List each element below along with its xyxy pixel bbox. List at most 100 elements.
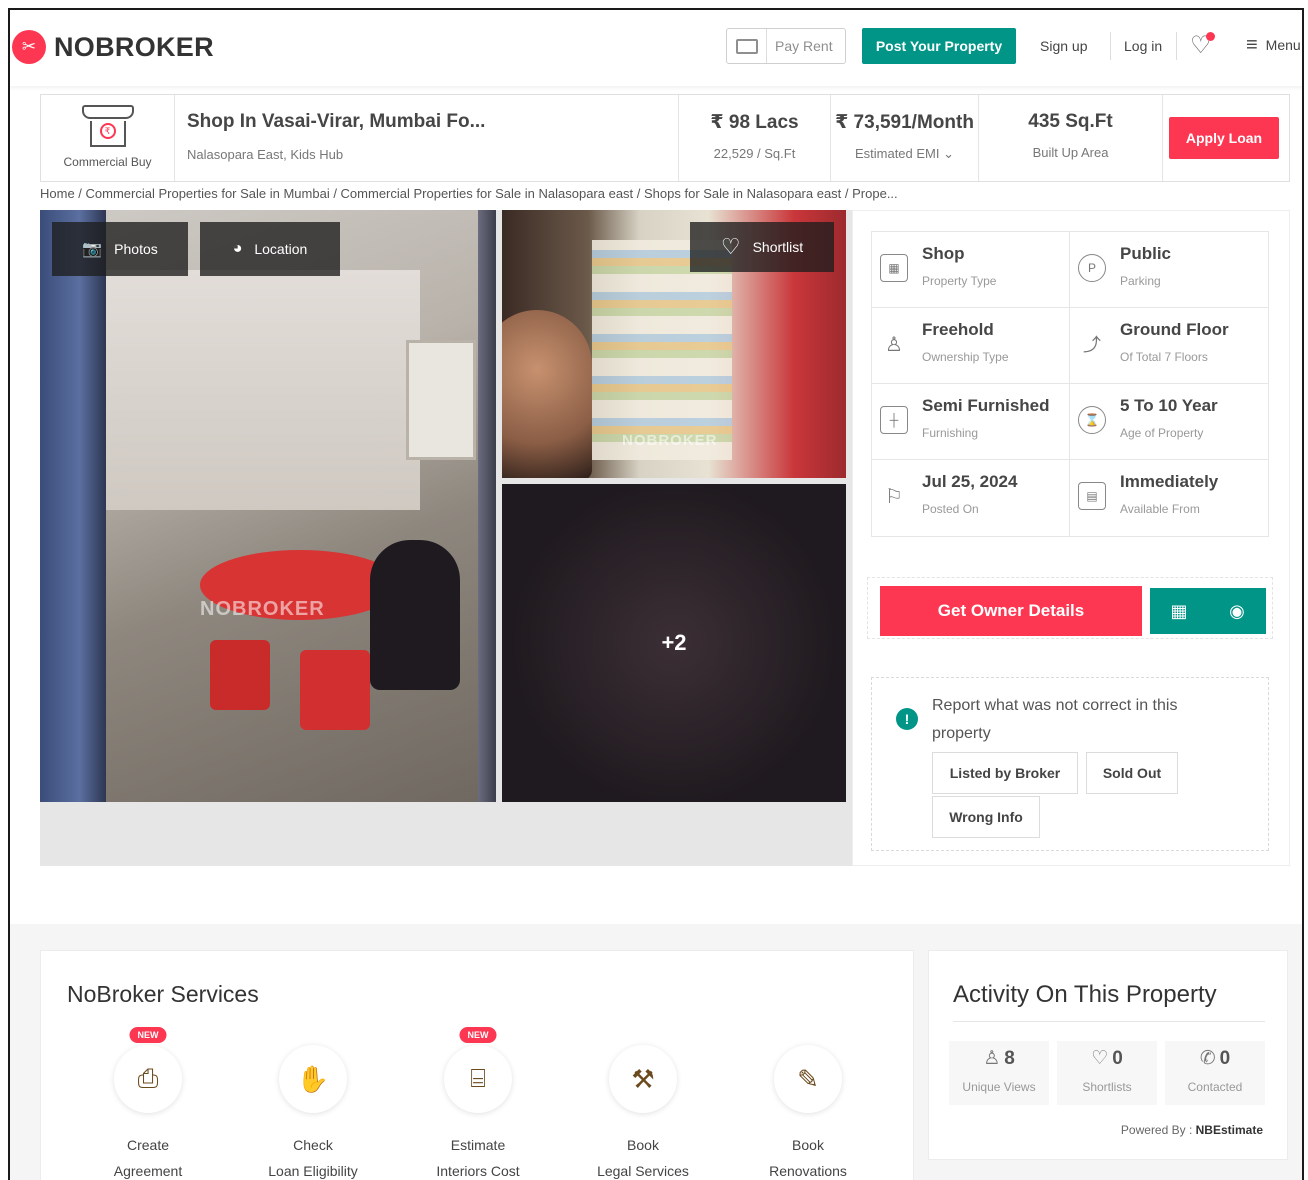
contacted-stat: ✆ 0 Contacted (1165, 1041, 1265, 1105)
menu-label: Menu (1265, 37, 1301, 53)
category-cell: ₹ Commercial Buy (41, 95, 175, 181)
price-per-sqft: 22,529 / Sq.Ft (713, 146, 796, 161)
more-photos-count: +2 (661, 630, 687, 655)
service-label: Renovations (769, 1163, 847, 1179)
unique-views-label: Unique Views (962, 1080, 1036, 1094)
new-badge: NEW (459, 1027, 497, 1043)
compass-icon: ◕ (232, 240, 243, 257)
attribute-value: Public (1120, 244, 1172, 263)
property-price: ₹ 98 Lacs (710, 112, 799, 133)
powered-by-brand: NBEstimate (1195, 1123, 1263, 1137)
credit-card-icon (727, 29, 767, 63)
service-check-loan-eligibility[interactable]: ✋ Check Loan Eligibility (238, 1045, 388, 1179)
menu-button[interactable]: ≡ Menu (1246, 35, 1301, 55)
attribute-value: Semi Furnished (922, 396, 1050, 415)
location-button[interactable]: ◕ Location (200, 222, 340, 276)
service-label: Create (126, 1137, 170, 1153)
notification-dot (1206, 32, 1215, 41)
attribute-label: Property Type (922, 274, 997, 288)
listed-by-broker-button[interactable]: Listed by Broker (932, 752, 1078, 794)
building-icon: ▦ (880, 254, 908, 282)
shortlists-label: Shortlists (1082, 1080, 1132, 1094)
attribute-value: Ground Floor (1120, 320, 1229, 339)
heart-icon: ♡ (720, 234, 741, 259)
schedule-visit-calendar-icon[interactable]: ▦ (1150, 588, 1208, 634)
property-photo-3[interactable]: +2 (502, 484, 846, 802)
area-label: Built Up Area (1032, 145, 1109, 160)
location-label: Location (254, 241, 308, 257)
activity-title: Activity On This Property (953, 981, 1217, 1008)
attribute-age: ⌛ 5 To 10 Year Age of Property (1070, 384, 1268, 459)
nobroker-logo-icon: ✂ (12, 30, 46, 64)
contacted-count: 0 (1219, 1048, 1231, 1069)
powered-by-label: Powered By : (1120, 1123, 1193, 1137)
powered-by: Powered By : NBEstimate (1121, 1123, 1263, 1137)
attribute-label: Furnishing (922, 426, 979, 440)
person-icon: ♙ (983, 1048, 1001, 1069)
price-cell: ₹ 98 Lacs 22,529 / Sq.Ft (679, 95, 831, 181)
property-summary-bar: ₹ Commercial Buy Shop In Vasai-Virar, Mu… (40, 94, 1290, 182)
emi-label: Estimated EMI (854, 146, 940, 161)
service-label: Interiors Cost (436, 1163, 520, 1179)
service-create-agreement[interactable]: ⎙ NEW Create Agreement (73, 1027, 223, 1179)
get-owner-details-button[interactable]: Get Owner Details (880, 586, 1142, 636)
pay-rent-button[interactable]: Pay Rent (726, 28, 846, 64)
service-book-legal[interactable]: ⚒ Book Legal Services (568, 1045, 718, 1179)
attribute-furnishing: ┼ Semi Furnished Furnishing (872, 384, 1070, 459)
calendar-icon: ▤ (1078, 482, 1106, 510)
property-title: Shop In Vasai-Virar, Mumbai Fo... (187, 111, 486, 132)
agreement-stamp-icon: ⎙ NEW (114, 1027, 182, 1113)
parking-icon: P (1078, 254, 1106, 282)
post-property-button[interactable]: Post Your Property (862, 28, 1016, 64)
nobroker-logo[interactable]: ✂ NOBROKER (12, 30, 214, 64)
sold-out-button[interactable]: Sold Out (1086, 752, 1178, 794)
attribute-label: Of Total 7 Floors (1120, 350, 1208, 364)
apply-loan-button[interactable]: Apply Loan (1169, 117, 1279, 159)
unique-views-stat: ♙ 8 Unique Views (949, 1041, 1049, 1105)
property-location: Nalasopara East, Kids Hub (187, 147, 344, 162)
report-text: Report what was not correct in this prop… (932, 697, 1178, 742)
stairs-icon: ⤴ (1083, 335, 1101, 355)
page-frame: ✂ NOBROKER Pay Rent Post Your Property S… (8, 8, 1304, 1180)
paint-icon: ✎ (774, 1045, 842, 1113)
watermark: NOBROKER (622, 432, 718, 449)
sign-up-link[interactable]: Sign up (1040, 38, 1087, 54)
attribute-parking: P Public Parking (1070, 232, 1268, 307)
logo-text: NOBROKER (54, 31, 214, 62)
emi-dropdown[interactable]: Estimated EMI ⌄ (831, 146, 978, 162)
nobroker-services: NoBroker Services ⎙ NEW Create Agreement … (40, 950, 914, 1180)
property-attributes: ▦ Shop Property Type P Public Parking ♙ Fr… (871, 231, 1269, 537)
breadcrumb[interactable]: Home / Commercial Properties for Sale in… (40, 186, 898, 201)
photos-button[interactable]: 📷 Photos (52, 222, 188, 276)
flag-icon: ⚐ (885, 485, 903, 508)
service-book-renovations[interactable]: ✎ Book Renovations (733, 1045, 883, 1179)
report-box: ! Report what was not correct in this pr… (871, 677, 1269, 851)
service-label: Loan Eligibility (268, 1163, 358, 1179)
wrong-info-button[interactable]: Wrong Info (932, 796, 1040, 838)
activity-panel: Activity On This Property ♙ 8 Unique View… (928, 950, 1288, 1160)
attribute-value: Shop (922, 244, 965, 263)
main-property-photo[interactable]: NOBROKER (40, 210, 496, 802)
service-estimate-interiors[interactable]: ⌸ NEW Estimate Interiors Cost (403, 1027, 553, 1179)
attribute-label: Age of Property (1120, 426, 1204, 440)
attribute-ownership: ♙ Freehold Ownership Type (872, 308, 1070, 383)
log-in-link[interactable]: Log in (1124, 38, 1162, 54)
gavel-icon: ⚒ (609, 1045, 677, 1113)
owner-contact-row: Get Owner Details ▦ ◉ (867, 577, 1273, 639)
loan-hand-icon: ✋ (279, 1045, 347, 1113)
area-cell: 435 Sq.Ft Built Up Area (979, 95, 1163, 181)
built-up-area: 435 Sq.Ft (1028, 111, 1113, 132)
service-label: Legal Services (597, 1163, 689, 1179)
info-alert-icon: ! (896, 708, 918, 730)
shortlist-button[interactable]: ♡ Shortlist (690, 222, 834, 272)
commercial-shop-icon: ₹ (81, 105, 134, 151)
shortlist-heart-icon[interactable]: ♡ (1190, 32, 1215, 58)
attribute-value: Freehold (922, 320, 994, 339)
attribute-value: Immediately (1120, 472, 1219, 491)
emi-cell[interactable]: ₹ 73,591/Month Estimated EMI ⌄ (831, 95, 979, 181)
new-badge: NEW (129, 1027, 167, 1043)
attribute-available-from: ▤ Immediately Available From (1070, 460, 1268, 536)
phone-icon: ✆ (1199, 1048, 1216, 1069)
watermark: NOBROKER (200, 598, 325, 620)
chat-icon[interactable]: ◉ (1208, 588, 1266, 634)
